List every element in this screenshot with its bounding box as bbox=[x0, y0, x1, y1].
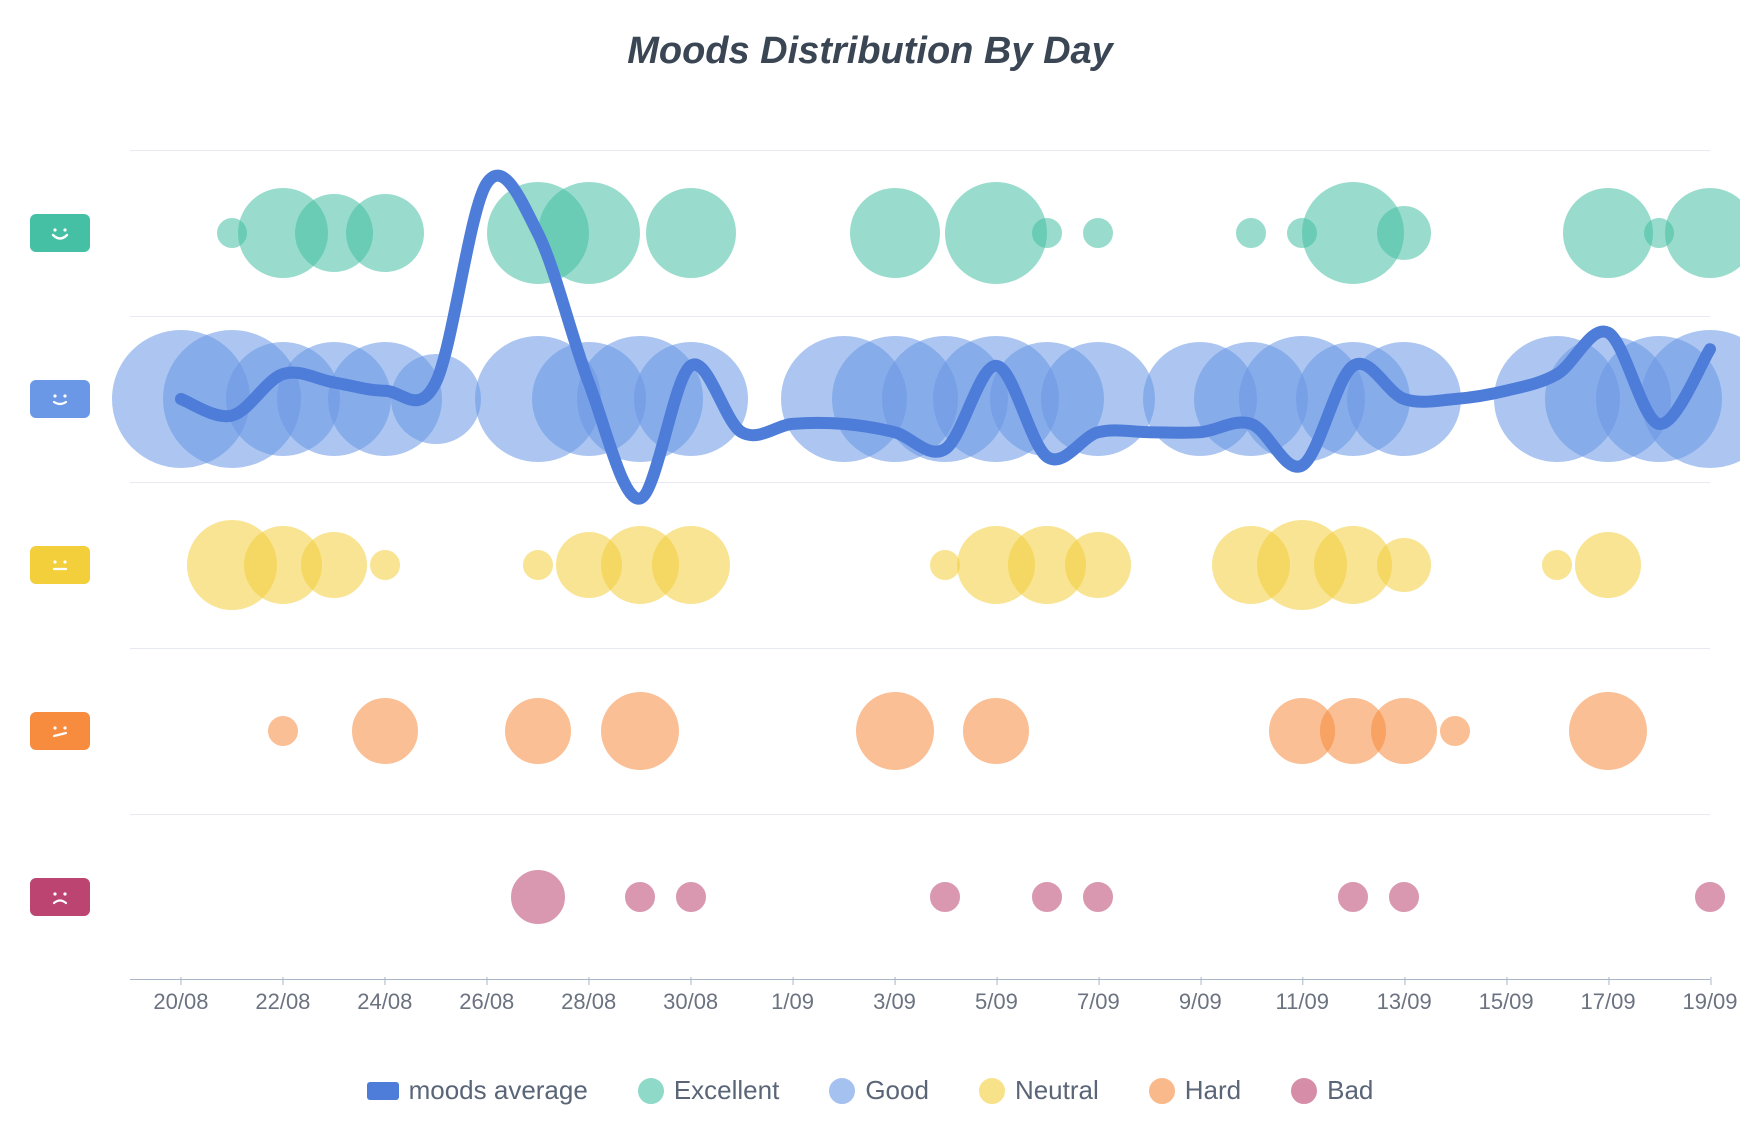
y-icon-neutral bbox=[30, 546, 90, 584]
plot-area: 20/0822/0824/0826/0828/0830/081/093/095/… bbox=[130, 150, 1710, 980]
chart-title: Moods Distribution By Day bbox=[0, 30, 1740, 73]
gridline bbox=[130, 648, 1710, 649]
bubble-excellent bbox=[850, 188, 940, 278]
legend-label: Neutral bbox=[1015, 1075, 1099, 1106]
bubble-excellent bbox=[1665, 188, 1740, 278]
x-tick: 26/08 bbox=[459, 989, 514, 1015]
bubble-hard bbox=[1371, 698, 1437, 764]
bubble-neutral bbox=[930, 550, 960, 580]
x-tick: 15/09 bbox=[1479, 989, 1534, 1015]
legend-swatch bbox=[979, 1078, 1005, 1104]
gridline bbox=[130, 316, 1710, 317]
bubble-hard bbox=[505, 698, 571, 764]
y-icon-hard bbox=[30, 712, 90, 750]
legend-item[interactable]: Excellent bbox=[638, 1075, 780, 1106]
x-tick: 13/09 bbox=[1377, 989, 1432, 1015]
bubble-excellent bbox=[538, 182, 640, 284]
bubble-bad bbox=[1389, 882, 1419, 912]
legend-label: Good bbox=[865, 1075, 929, 1106]
bubble-bad bbox=[676, 882, 706, 912]
legend-label: Hard bbox=[1185, 1075, 1241, 1106]
x-tick: 11/09 bbox=[1276, 989, 1329, 1015]
legend-swatch bbox=[638, 1078, 664, 1104]
legend-label: moods average bbox=[409, 1075, 588, 1106]
bubble-bad bbox=[1338, 882, 1368, 912]
legend-label: Bad bbox=[1327, 1075, 1373, 1106]
bubble-excellent bbox=[1236, 218, 1266, 248]
bubble-hard bbox=[963, 698, 1029, 764]
bubble-excellent bbox=[1563, 188, 1653, 278]
bubble-excellent bbox=[1032, 218, 1062, 248]
bubble-bad bbox=[1083, 882, 1113, 912]
bubble-neutral bbox=[1575, 532, 1641, 598]
bubble-neutral bbox=[1377, 538, 1431, 592]
bubble-bad bbox=[930, 882, 960, 912]
y-icon-good bbox=[30, 380, 90, 418]
legend-swatch bbox=[367, 1082, 399, 1100]
x-tick: 24/08 bbox=[357, 989, 412, 1015]
bubble-neutral bbox=[1542, 550, 1572, 580]
bubble-excellent bbox=[1083, 218, 1113, 248]
bubble-hard bbox=[352, 698, 418, 764]
gridline bbox=[130, 482, 1710, 483]
x-tick: 9/09 bbox=[1179, 989, 1222, 1015]
x-tick: 22/08 bbox=[255, 989, 310, 1015]
bubble-bad bbox=[1032, 882, 1062, 912]
bubble-neutral bbox=[1065, 532, 1131, 598]
bubble-hard bbox=[856, 692, 934, 770]
legend-item[interactable]: Good bbox=[829, 1075, 929, 1106]
bubble-hard bbox=[1569, 692, 1647, 770]
bubble-hard bbox=[1440, 716, 1470, 746]
x-tick: 3/09 bbox=[873, 989, 916, 1015]
bubble-bad bbox=[511, 870, 565, 924]
legend-item[interactable]: moods average bbox=[367, 1075, 588, 1106]
x-tick: 7/09 bbox=[1077, 989, 1120, 1015]
y-icon-bad bbox=[30, 878, 90, 916]
bubble-good bbox=[1347, 342, 1461, 456]
legend-item[interactable]: Bad bbox=[1291, 1075, 1373, 1106]
moods-average-line bbox=[130, 150, 1710, 980]
x-tick: 19/09 bbox=[1682, 989, 1737, 1015]
bubble-hard bbox=[268, 716, 298, 746]
bubble-good bbox=[391, 354, 481, 444]
x-tick: 17/09 bbox=[1581, 989, 1636, 1015]
gridline bbox=[130, 150, 1710, 151]
x-tick: 20/08 bbox=[153, 989, 208, 1015]
legend-swatch bbox=[1149, 1078, 1175, 1104]
legend-swatch bbox=[829, 1078, 855, 1104]
bubble-excellent bbox=[1377, 206, 1431, 260]
legend: moods average Excellent Good Neutral Hard Bad bbox=[0, 1075, 1740, 1106]
moods-chart: Moods Distribution By Day 20/0822/0824/0… bbox=[0, 0, 1740, 1146]
bubble-bad bbox=[625, 882, 655, 912]
x-tick: 28/08 bbox=[561, 989, 616, 1015]
bubble-neutral bbox=[652, 526, 730, 604]
bubble-excellent bbox=[346, 194, 424, 272]
legend-item[interactable]: Hard bbox=[1149, 1075, 1241, 1106]
bubble-good bbox=[1041, 342, 1155, 456]
y-icon-excellent bbox=[30, 214, 90, 252]
legend-swatch bbox=[1291, 1078, 1317, 1104]
legend-item[interactable]: Neutral bbox=[979, 1075, 1099, 1106]
x-tick: 5/09 bbox=[975, 989, 1018, 1015]
bubble-bad bbox=[1695, 882, 1725, 912]
x-tick: 1/09 bbox=[771, 989, 814, 1015]
bubble-neutral bbox=[523, 550, 553, 580]
gridline bbox=[130, 814, 1710, 815]
bubble-excellent bbox=[646, 188, 736, 278]
x-tick: 30/08 bbox=[663, 989, 718, 1015]
bubble-neutral bbox=[301, 532, 367, 598]
x-axis bbox=[130, 979, 1710, 980]
legend-label: Excellent bbox=[674, 1075, 780, 1106]
bubble-neutral bbox=[370, 550, 400, 580]
bubble-good bbox=[634, 342, 748, 456]
bubble-hard bbox=[601, 692, 679, 770]
